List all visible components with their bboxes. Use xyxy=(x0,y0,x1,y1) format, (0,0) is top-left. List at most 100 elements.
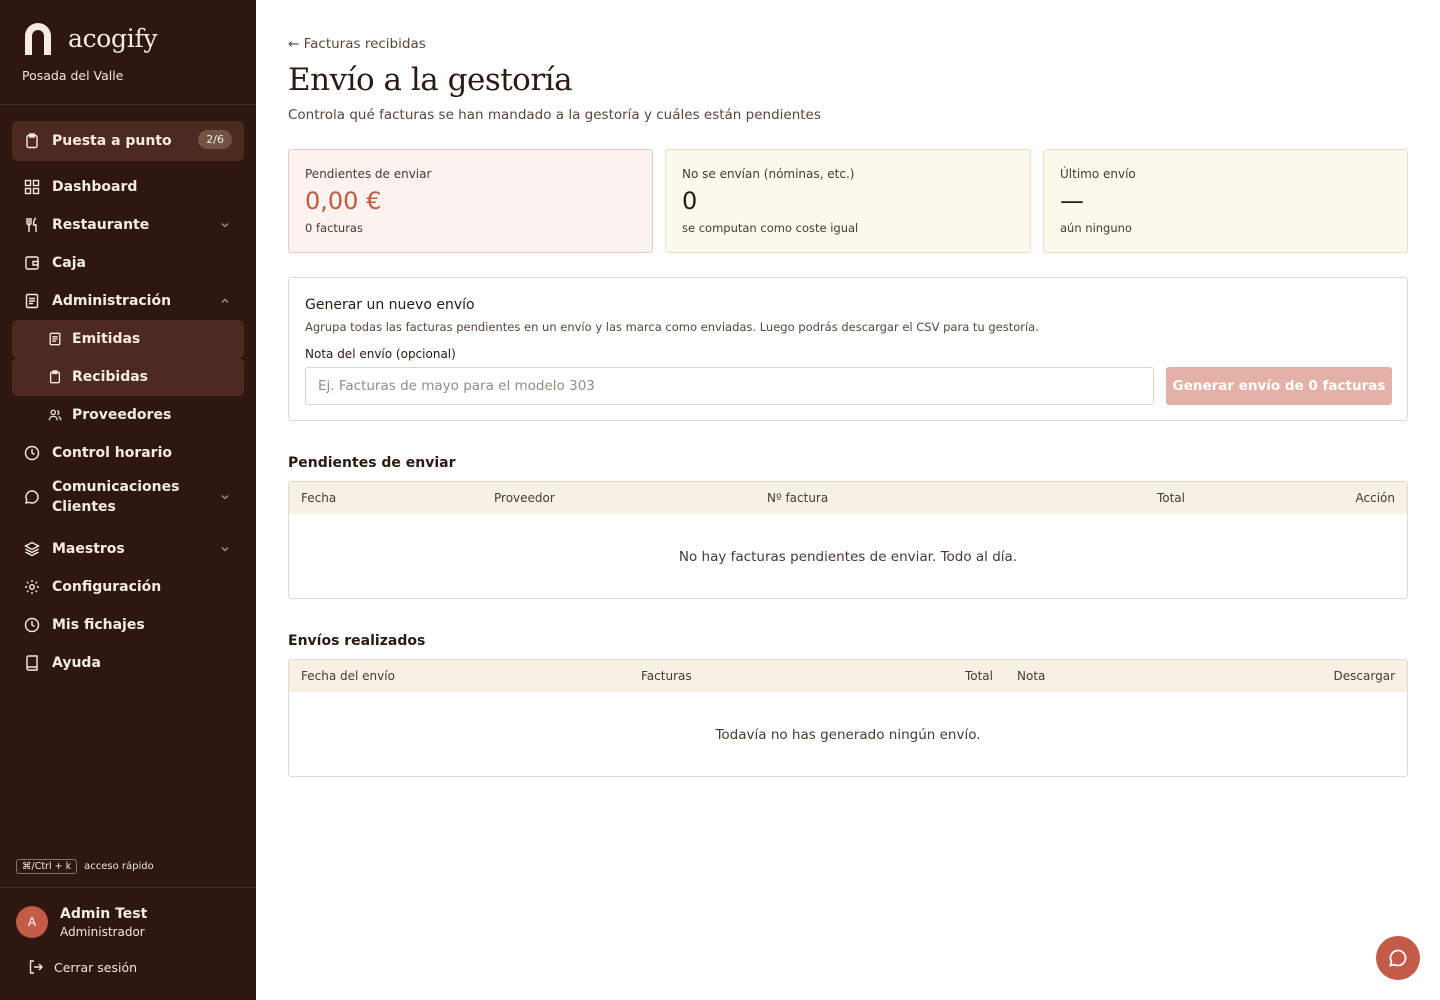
progress-badge: 2/6 xyxy=(198,130,232,149)
sidebar-item-label: Caja xyxy=(52,255,86,271)
sidebar-item-label: Ayuda xyxy=(52,655,101,671)
clock-icon xyxy=(24,445,40,461)
sidebar-item-administracion[interactable]: Administración xyxy=(12,282,244,320)
stat-note: 0 facturas xyxy=(305,221,363,235)
document-icon xyxy=(24,293,40,309)
chevron-down-icon xyxy=(221,223,229,228)
chat-icon xyxy=(1389,949,1407,967)
stat-card-pending: Pendientes de enviar 0,00 € 0 facturas xyxy=(288,149,653,253)
sidebar-item-maestros[interactable]: Maestros xyxy=(12,530,244,568)
property-name: Posada del Valle xyxy=(22,68,124,83)
grid-icon xyxy=(24,179,40,195)
sidebar-item-proveedores[interactable]: Proveedores xyxy=(12,396,244,434)
chat-icon xyxy=(24,489,40,505)
sidebar-item-label: Restaurante xyxy=(52,217,150,233)
avatar[interactable]: A xyxy=(16,906,48,938)
note-label: Nota del envío (opcional) xyxy=(305,347,456,361)
wallet-icon xyxy=(24,255,40,271)
sidebar-item-restaurante[interactable]: Restaurante xyxy=(12,206,244,244)
new-shipment-panel: Generar un nuevo envío Agrupa todas las … xyxy=(288,277,1408,421)
column-header[interactable]: Nº factura xyxy=(767,491,828,505)
shortcut-key: ⌘/Ctrl + k xyxy=(16,859,78,874)
table-header: Fecha Proveedor Nº factura Total Acción xyxy=(289,482,1407,514)
sidebar-item-comunicaciones[interactable]: Comunicaciones Clientes xyxy=(12,474,244,520)
logo-icon xyxy=(25,23,51,55)
sidebar-item-label: Maestros xyxy=(52,541,125,557)
stat-value: 0,00 € xyxy=(305,187,382,215)
logout-button[interactable]: Cerrar sesión xyxy=(28,959,137,975)
sidebar-item-configuracion[interactable]: Configuración xyxy=(12,568,244,606)
column-header: Descargar xyxy=(1333,669,1395,683)
back-link[interactable]: ← Facturas recibidas xyxy=(288,36,426,52)
brand-logo[interactable]: acogify xyxy=(22,22,158,55)
sidebar-item-label: Configuración xyxy=(52,579,162,595)
empty-state: No hay facturas pendientes de enviar. To… xyxy=(678,549,1018,565)
pending-table: Fecha Proveedor Nº factura Total Acción … xyxy=(288,481,1408,599)
column-header[interactable]: Fecha xyxy=(301,491,336,505)
stat-value: — xyxy=(1060,187,1084,215)
utensils-icon xyxy=(24,217,40,233)
page-subtitle: Controla qué facturas se han mandado a l… xyxy=(288,107,821,123)
sidebar-item-caja[interactable]: Caja xyxy=(12,244,244,282)
stat-card-last-shipment: Último envío — aún ninguno xyxy=(1043,149,1408,253)
column-header[interactable]: Proveedor xyxy=(494,491,555,505)
chevron-down-icon xyxy=(221,547,229,552)
sidebar-item-label: Control horario xyxy=(52,445,173,461)
stat-note: aún ninguno xyxy=(1060,221,1132,235)
gear-icon xyxy=(24,579,40,595)
panel-description: Agrupa todas las facturas pendientes en … xyxy=(305,320,1039,334)
stat-value: 0 xyxy=(682,187,698,215)
sidebar-item-control-horario[interactable]: Control horario xyxy=(12,434,244,472)
panel-title: Generar un nuevo envío xyxy=(305,297,475,313)
divider xyxy=(0,887,256,888)
sidebar-item-recibidas[interactable]: Recibidas xyxy=(12,358,244,396)
column-header[interactable]: Facturas xyxy=(641,669,692,683)
sidebar-item-ayuda[interactable]: Ayuda xyxy=(12,644,244,682)
shipments-table: Fecha del envío Facturas Total Nota Desc… xyxy=(288,659,1408,777)
layers-icon xyxy=(24,541,40,557)
column-header: Nota xyxy=(1017,669,1046,683)
user-role: Administrador xyxy=(60,925,145,939)
sidebar-item-emitidas[interactable]: Emitidas xyxy=(12,320,244,358)
sidebar-item-label: Administración xyxy=(52,293,172,309)
stat-label: No se envían (nóminas, etc.) xyxy=(682,167,855,181)
chat-support-button[interactable] xyxy=(1376,936,1420,980)
shipment-note-input[interactable] xyxy=(305,367,1154,405)
page-title: Envío a la gestoría xyxy=(288,62,573,98)
sidebar-item-label: Puesta a punto xyxy=(52,133,172,149)
clipboard-icon xyxy=(48,370,62,384)
book-icon xyxy=(24,655,40,671)
table-header: Fecha del envío Facturas Total Nota Desc… xyxy=(289,660,1407,692)
column-header[interactable]: Fecha del envío xyxy=(301,669,395,683)
divider xyxy=(0,104,256,105)
sidebar-item-label: Dashboard xyxy=(52,179,138,195)
column-header[interactable]: Total xyxy=(1157,491,1185,505)
users-icon xyxy=(48,408,62,422)
empty-state: Todavía no has generado ningún envío. xyxy=(715,727,981,743)
shortcut-label: acceso rápido xyxy=(84,861,154,872)
column-header[interactable]: Total xyxy=(965,669,993,683)
pending-section-title: Pendientes de enviar xyxy=(288,455,456,471)
user-name: Admin Test xyxy=(60,906,148,922)
logout-icon xyxy=(29,960,43,974)
stat-label: Pendientes de enviar xyxy=(305,167,432,181)
sidebar-item-setup[interactable]: Puesta a punto 2/6 xyxy=(12,121,244,161)
stat-card-not-sent: No se envían (nóminas, etc.) 0 se comput… xyxy=(665,149,1031,253)
document-icon xyxy=(48,332,62,346)
sidebar-item-label: Mis fichajes xyxy=(52,617,145,633)
stat-label: Último envío xyxy=(1060,167,1136,181)
sidebar-item-dashboard[interactable]: Dashboard xyxy=(12,168,244,206)
logout-label: Cerrar sesión xyxy=(54,959,138,975)
brand-name: acogify xyxy=(68,24,158,53)
chevron-down-icon xyxy=(221,495,229,500)
generate-shipment-button[interactable]: Generar envío de 0 facturas xyxy=(1166,367,1392,405)
column-header: Acción xyxy=(1355,491,1395,505)
sidebar-item-label: Proveedores xyxy=(72,407,172,423)
sidebar-item-mis-fichajes[interactable]: Mis fichajes xyxy=(12,606,244,644)
stat-note: se computan como coste igual xyxy=(682,221,859,235)
quick-access-hint[interactable]: ⌘/Ctrl + k acceso rápido xyxy=(16,859,154,874)
sidebar-item-label: Comunicaciones Clientes xyxy=(52,479,180,515)
sidebar-item-label: Recibidas xyxy=(72,369,148,385)
done-section-title: Envíos realizados xyxy=(288,633,426,649)
clock-icon xyxy=(24,617,40,633)
